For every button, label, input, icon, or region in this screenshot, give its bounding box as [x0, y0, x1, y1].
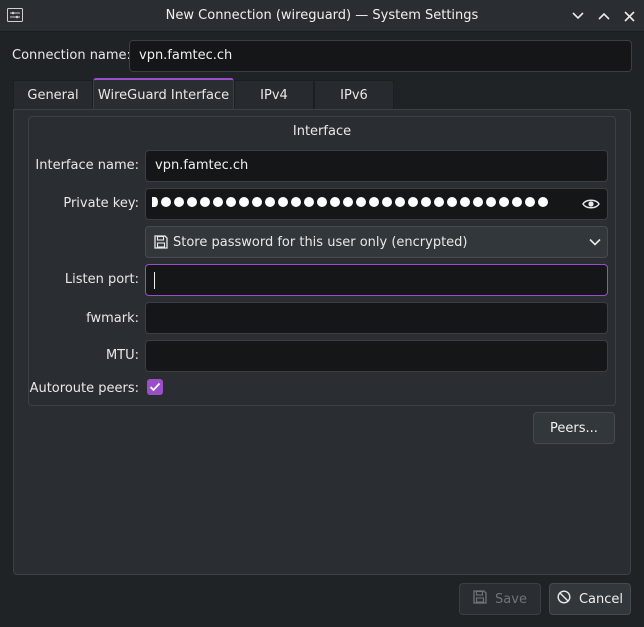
window-title: New Connection (wireguard) — System Sett…: [165, 8, 479, 23]
chevron-up-icon[interactable]: [596, 8, 612, 24]
password-storage-selected: Store password for this user only (encry…: [173, 235, 468, 250]
listen-port-label: Listen port:: [64, 272, 139, 287]
interface-group-title: Interface: [292, 124, 352, 139]
masked-character-dot: [538, 197, 548, 207]
tab-ipv4[interactable]: IPv4: [234, 80, 314, 110]
masked-character-dot: [304, 197, 314, 207]
peers-button-label: Peers...: [550, 420, 598, 436]
mtu-input[interactable]: [145, 340, 608, 372]
autoroute-peers-checkbox[interactable]: [147, 379, 163, 395]
connection-name-input[interactable]: vpn.famtec.ch: [129, 40, 632, 72]
tab-ipv6-label: IPv6: [340, 88, 368, 103]
peers-button[interactable]: Peers...: [533, 412, 615, 444]
masked-character-dot: [317, 197, 327, 207]
masked-character-dot: [499, 197, 509, 207]
floppy-disk-icon: [154, 235, 168, 249]
tab-wireguard-interface[interactable]: WireGuard Interface: [93, 78, 234, 111]
close-icon[interactable]: [621, 8, 637, 24]
masked-character-dot: [226, 197, 236, 207]
masked-character-dot: [239, 197, 249, 207]
masked-character-dot: [174, 197, 184, 207]
text-caret: [154, 272, 155, 289]
masked-character-dot: [356, 197, 366, 207]
interface-name-input[interactable]: vpn.famtec.ch: [145, 150, 608, 182]
masked-character-dot: [395, 197, 405, 207]
masked-character-dot: [486, 197, 496, 207]
masked-character-dot: [213, 197, 223, 207]
masked-character-dot: [187, 197, 197, 207]
masked-character-dot: [512, 197, 522, 207]
floppy-disk-icon: [473, 590, 487, 608]
masked-character-dot: [473, 197, 483, 207]
password-storage-select[interactable]: Store password for this user only (encry…: [145, 226, 608, 258]
tab-ipv4-label: IPv4: [260, 88, 288, 103]
autoroute-peers-label: Autoroute peers:: [29, 381, 139, 396]
private-key-label: Private key:: [63, 196, 139, 211]
masked-character-dot: [200, 197, 210, 207]
save-button[interactable]: Save: [459, 583, 541, 615]
tab-general[interactable]: General: [13, 80, 93, 110]
listen-port-input[interactable]: [145, 264, 608, 296]
masked-character-dot: [460, 197, 470, 207]
masked-character-dot: [525, 197, 535, 207]
masked-character-dot: [152, 197, 158, 207]
masked-character-dot: [343, 197, 353, 207]
masked-character-dot: [252, 197, 262, 207]
cancel-icon: [557, 590, 571, 608]
masked-character-dot: [330, 197, 340, 207]
checkmark-icon: [149, 382, 161, 392]
chevron-down-icon[interactable]: [570, 8, 586, 24]
masked-character-dot: [369, 197, 379, 207]
masked-character-dot: [382, 197, 392, 207]
private-key-input[interactable]: [145, 188, 608, 220]
connection-name-label: Connection name:: [12, 48, 131, 63]
title-bar: New Connection (wireguard) — System Sett…: [0, 0, 644, 32]
mtu-label: MTU:: [105, 348, 139, 363]
tab-general-label: General: [27, 88, 79, 103]
masked-character-dot: [278, 197, 288, 207]
masked-character-dot: [265, 197, 275, 207]
cancel-button[interactable]: Cancel: [549, 583, 631, 615]
masked-character-dot: [434, 197, 444, 207]
tab-ipv6[interactable]: IPv6: [314, 80, 394, 110]
fwmark-label: fwmark:: [86, 311, 139, 326]
tab-wireguard-interface-label: WireGuard Interface: [97, 88, 230, 103]
eye-icon[interactable]: [582, 197, 600, 211]
interface-name-label: Interface name:: [35, 158, 139, 173]
save-button-label: Save: [495, 591, 527, 607]
masked-character-dot: [421, 197, 431, 207]
chevron-down-icon: [589, 236, 601, 248]
cancel-button-label: Cancel: [578, 591, 624, 607]
masked-character-dot: [161, 197, 171, 207]
masked-character-dot: [408, 197, 418, 207]
masked-character-dot: [447, 197, 457, 207]
fwmark-input[interactable]: [145, 302, 608, 334]
private-key-masked-value: [152, 197, 548, 207]
masked-character-dot: [291, 197, 301, 207]
